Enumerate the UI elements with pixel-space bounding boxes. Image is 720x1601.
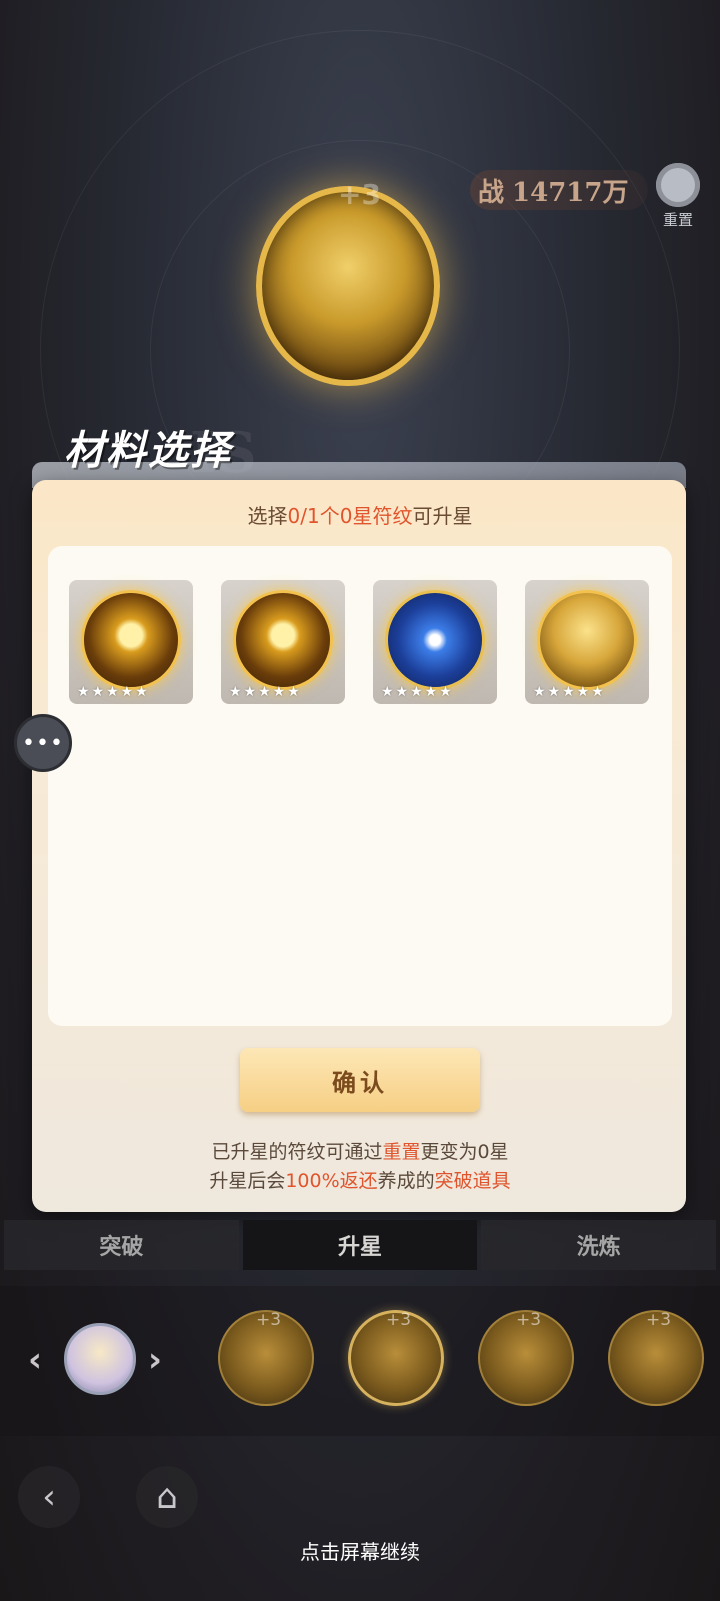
confirm-button[interactable]: 确认: [240, 1048, 480, 1112]
home-icon[interactable]: ⌂: [136, 1466, 198, 1528]
hero-rune-badge: [256, 186, 440, 386]
rune-slot-plus: +3: [516, 1310, 542, 1330]
hero-level-plus: +3: [338, 178, 381, 211]
subtitle-prefix: 选择: [247, 504, 288, 528]
rune-slot-plus: +3: [646, 1310, 672, 1330]
tab-breakthrough[interactable]: 突破: [4, 1220, 239, 1270]
tab-star-up[interactable]: 升星: [242, 1220, 478, 1270]
reset-button[interactable]: 重置: [655, 163, 701, 233]
rune-slot-plus: +3: [386, 1310, 412, 1330]
note2-d: 突破道具: [434, 1170, 511, 1192]
avatar[interactable]: [64, 1323, 136, 1395]
star-rating: ★★★★★: [381, 684, 454, 700]
rune-slot-plus: +3: [256, 1310, 282, 1330]
note1-reset-link: 重置: [382, 1141, 421, 1163]
power-prefix: 战: [478, 177, 505, 208]
panel-subtitle: 选择0/1个0星符纹可升星: [0, 500, 720, 529]
note1-a: 已升星的符纹可通过: [211, 1141, 383, 1163]
next-arrow-icon[interactable]: ›: [148, 1340, 162, 1380]
note2-a: 升星后会: [209, 1170, 286, 1192]
material-item[interactable]: ★★★★★: [525, 580, 649, 704]
material-item[interactable]: ★★★★★: [373, 580, 497, 704]
subtitle-highlight: 0/1个0星符纹: [287, 504, 413, 528]
sun-rune-icon: [81, 590, 181, 690]
sun-rune-icon: [233, 590, 333, 690]
power-value: 14717万: [512, 177, 629, 208]
eye-rune-icon: [385, 590, 485, 690]
prev-arrow-icon[interactable]: ‹: [28, 1340, 42, 1380]
back-icon[interactable]: ‹: [18, 1466, 80, 1528]
tab-refine[interactable]: 洗炼: [481, 1220, 717, 1270]
panel-title: 材料选择: [64, 428, 232, 474]
chat-bubble-icon[interactable]: •••: [14, 714, 72, 772]
note1-c: 更变为0星: [420, 1141, 509, 1163]
tap-to-continue[interactable]: 点击屏幕继续: [0, 1536, 720, 1565]
material-item[interactable]: ★★★★★: [221, 580, 345, 704]
reset-label: 重置: [662, 211, 693, 229]
note-line-1: 已升星的符纹可通过重置更变为0星: [0, 1137, 720, 1164]
star-rating: ★★★★★: [77, 684, 150, 700]
note2-b: 100%返还: [285, 1170, 378, 1192]
note-line-2: 升星后会100%返还养成的突破道具: [0, 1166, 720, 1193]
note2-c: 养成的: [377, 1170, 435, 1192]
mountain-rune-icon: [537, 590, 637, 690]
material-item[interactable]: ★★★★★: [69, 580, 193, 704]
reset-icon: [656, 163, 700, 207]
star-rating: ★★★★★: [229, 684, 302, 700]
tab-bar: 突破 升星 洗炼: [0, 1220, 720, 1270]
subtitle-suffix: 可升星: [412, 504, 473, 528]
power-pill: 战 14717万: [470, 170, 648, 210]
star-rating: ★★★★★: [533, 684, 606, 700]
